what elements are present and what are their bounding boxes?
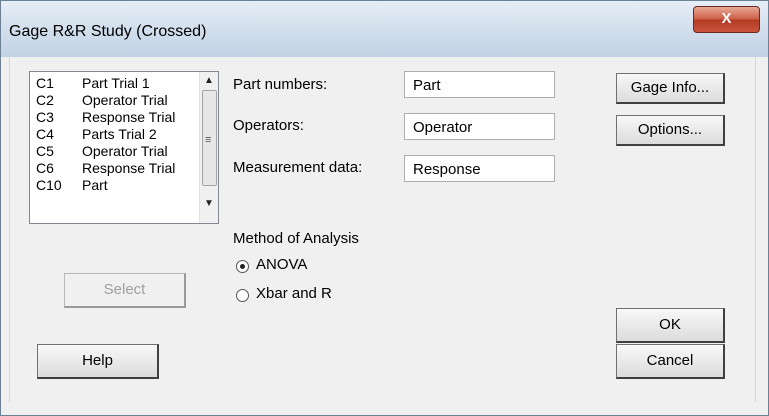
title-bar: Gage R&R Study (Crossed) X (1, 1, 768, 57)
anova-radio[interactable] (236, 260, 249, 273)
list-item[interactable]: C1 Part Trial 1 (36, 75, 196, 91)
method-of-analysis-heading: Method of Analysis (233, 230, 359, 247)
gage-info-button[interactable]: Gage Info... (616, 73, 725, 104)
columns-listbox[interactable]: C1 Part Trial 1 C2 Operator Trial C3 Respon… (29, 71, 219, 224)
help-button[interactable]: Help (37, 344, 159, 379)
list-item[interactable]: C3 Response Trial (36, 109, 196, 125)
list-item[interactable]: C10 Part (36, 177, 196, 193)
close-button[interactable]: X (693, 6, 760, 33)
list-item[interactable]: C4 Parts Trial 2 (36, 126, 196, 142)
scroll-thumb[interactable]: ≡ (202, 90, 217, 186)
close-icon: X (721, 10, 732, 27)
anova-label[interactable]: ANOVA (256, 256, 307, 273)
window-title: Gage R&R Study (Crossed) (9, 23, 207, 40)
list-scrollbar[interactable]: ▲ ≡ ▼ (199, 72, 218, 223)
list-item[interactable]: C2 Operator Trial (36, 92, 196, 108)
list-item[interactable]: C6 Response Trial (36, 160, 196, 176)
measurement-data-field[interactable]: Response (404, 155, 555, 182)
select-button: Select (64, 273, 186, 308)
operators-field[interactable]: Operator (404, 113, 555, 140)
part-numbers-label: Part numbers: (233, 76, 328, 93)
operators-label: Operators: (233, 117, 304, 134)
ok-button[interactable]: OK (616, 308, 725, 343)
options-button[interactable]: Options... (616, 115, 725, 146)
list-item[interactable]: C5 Operator Trial (36, 143, 196, 159)
scroll-up-icon[interactable]: ▲ (204, 75, 214, 86)
scroll-down-icon[interactable]: ▼ (204, 198, 214, 209)
xbar-r-radio[interactable] (236, 289, 249, 302)
radio-selected-icon (240, 264, 245, 269)
measurement-data-label: Measurement data: (233, 159, 363, 176)
xbar-r-label[interactable]: Xbar and R (256, 285, 332, 302)
grip-icon: ≡ (205, 134, 212, 146)
part-numbers-field[interactable]: Part (404, 71, 555, 98)
cancel-button[interactable]: Cancel (616, 344, 725, 379)
